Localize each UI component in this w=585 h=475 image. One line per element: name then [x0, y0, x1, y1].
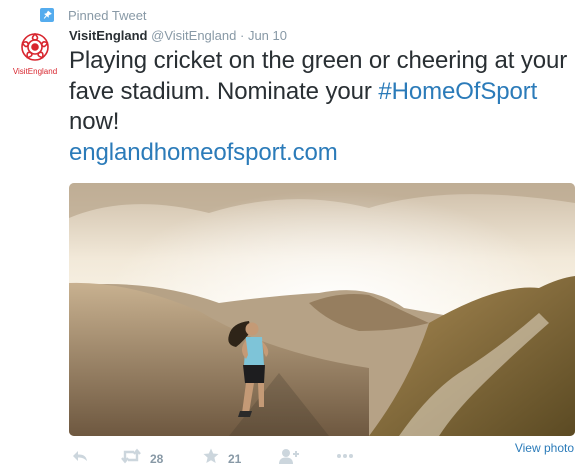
- more-icon: [335, 447, 355, 470]
- tweet-text: Playing cricket on the green or cheering…: [69, 46, 569, 168]
- view-photo-link[interactable]: View photo: [515, 441, 574, 455]
- tweet-date[interactable]: Jun 10: [248, 28, 287, 43]
- retweet-icon: [120, 447, 142, 470]
- tweet-text-part: now!: [69, 108, 120, 135]
- favorite-icon: [202, 447, 220, 470]
- separator-dot: ·: [239, 28, 245, 43]
- retweet-count: 28: [150, 451, 164, 466]
- url-link[interactable]: englandhomeofsport.com: [69, 139, 338, 166]
- follow-button[interactable]: [277, 447, 299, 470]
- retweet-button[interactable]: 28: [120, 447, 163, 470]
- avatar-caption: VisitEngland: [13, 67, 57, 76]
- author-name[interactable]: VisitEngland: [69, 28, 148, 43]
- tweet-photo[interactable]: [69, 183, 575, 436]
- author-handle[interactable]: @VisitEngland: [151, 28, 236, 43]
- pinned-tweet-label: Pinned Tweet: [68, 7, 147, 23]
- favorite-count: 21: [228, 451, 242, 466]
- more-button[interactable]: [335, 447, 355, 470]
- favorite-button[interactable]: 21: [202, 447, 241, 470]
- pin-icon: [40, 8, 54, 22]
- hashtag-link[interactable]: #HomeOfSport: [378, 78, 537, 105]
- avatar[interactable]: VisitEngland: [10, 30, 60, 78]
- pinned-tweet-label-row: Pinned Tweet: [40, 6, 147, 24]
- follow-icon: [277, 447, 299, 470]
- tweet-header: VisitEngland @VisitEngland · Jun 10: [69, 28, 287, 43]
- reply-icon: [71, 447, 89, 470]
- reply-button[interactable]: [71, 447, 89, 470]
